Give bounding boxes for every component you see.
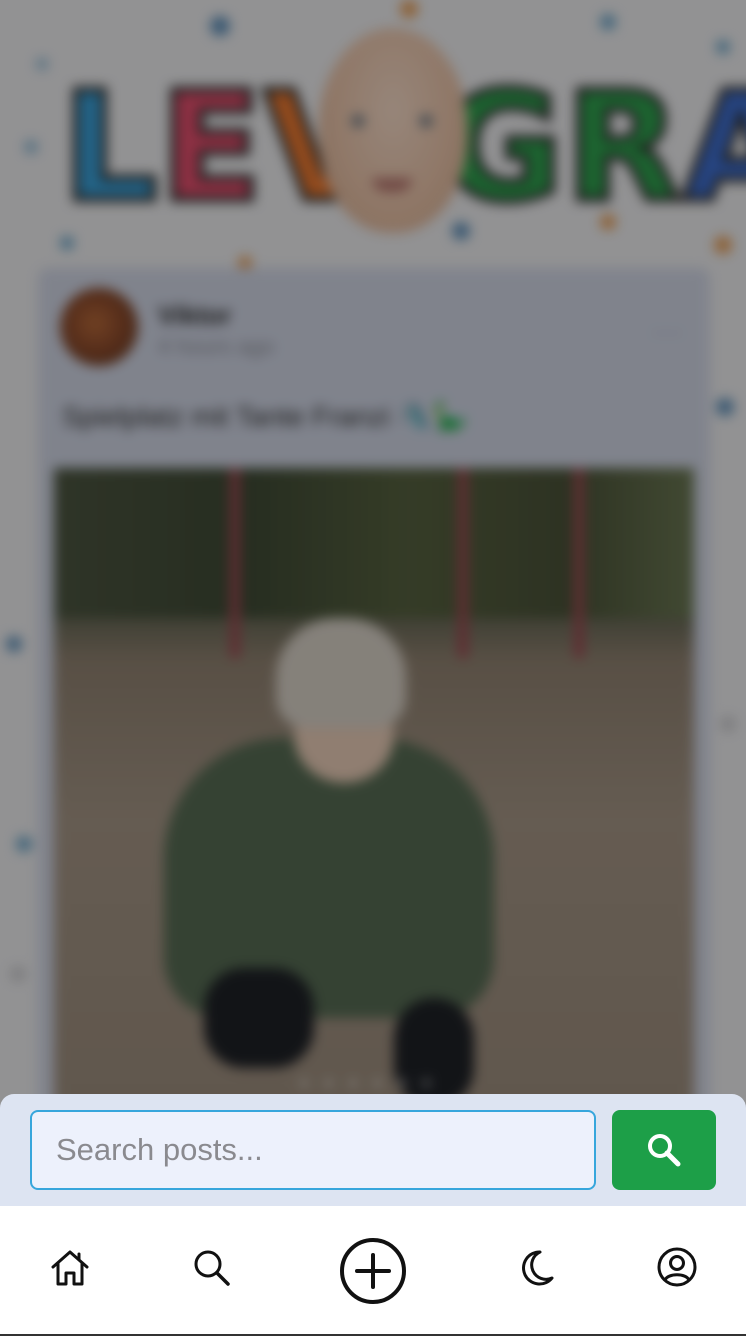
- nav-home[interactable]: [44, 1242, 96, 1294]
- profile-icon: [657, 1247, 697, 1287]
- nav-create-post[interactable]: [338, 1236, 408, 1306]
- nav-theme-toggle[interactable]: [510, 1242, 562, 1294]
- bottom-nav: [0, 1206, 746, 1334]
- nav-profile[interactable]: [650, 1240, 704, 1294]
- nav-search[interactable]: [186, 1242, 238, 1294]
- search-input[interactable]: [30, 1110, 596, 1190]
- search-icon: [648, 1134, 681, 1167]
- home-icon: [51, 1250, 89, 1286]
- add-circle-icon: [340, 1238, 406, 1304]
- moon-icon: [522, 1250, 554, 1286]
- search-submit-button[interactable]: [612, 1110, 716, 1190]
- search-panel: [0, 1094, 746, 1206]
- search-icon: [194, 1250, 230, 1286]
